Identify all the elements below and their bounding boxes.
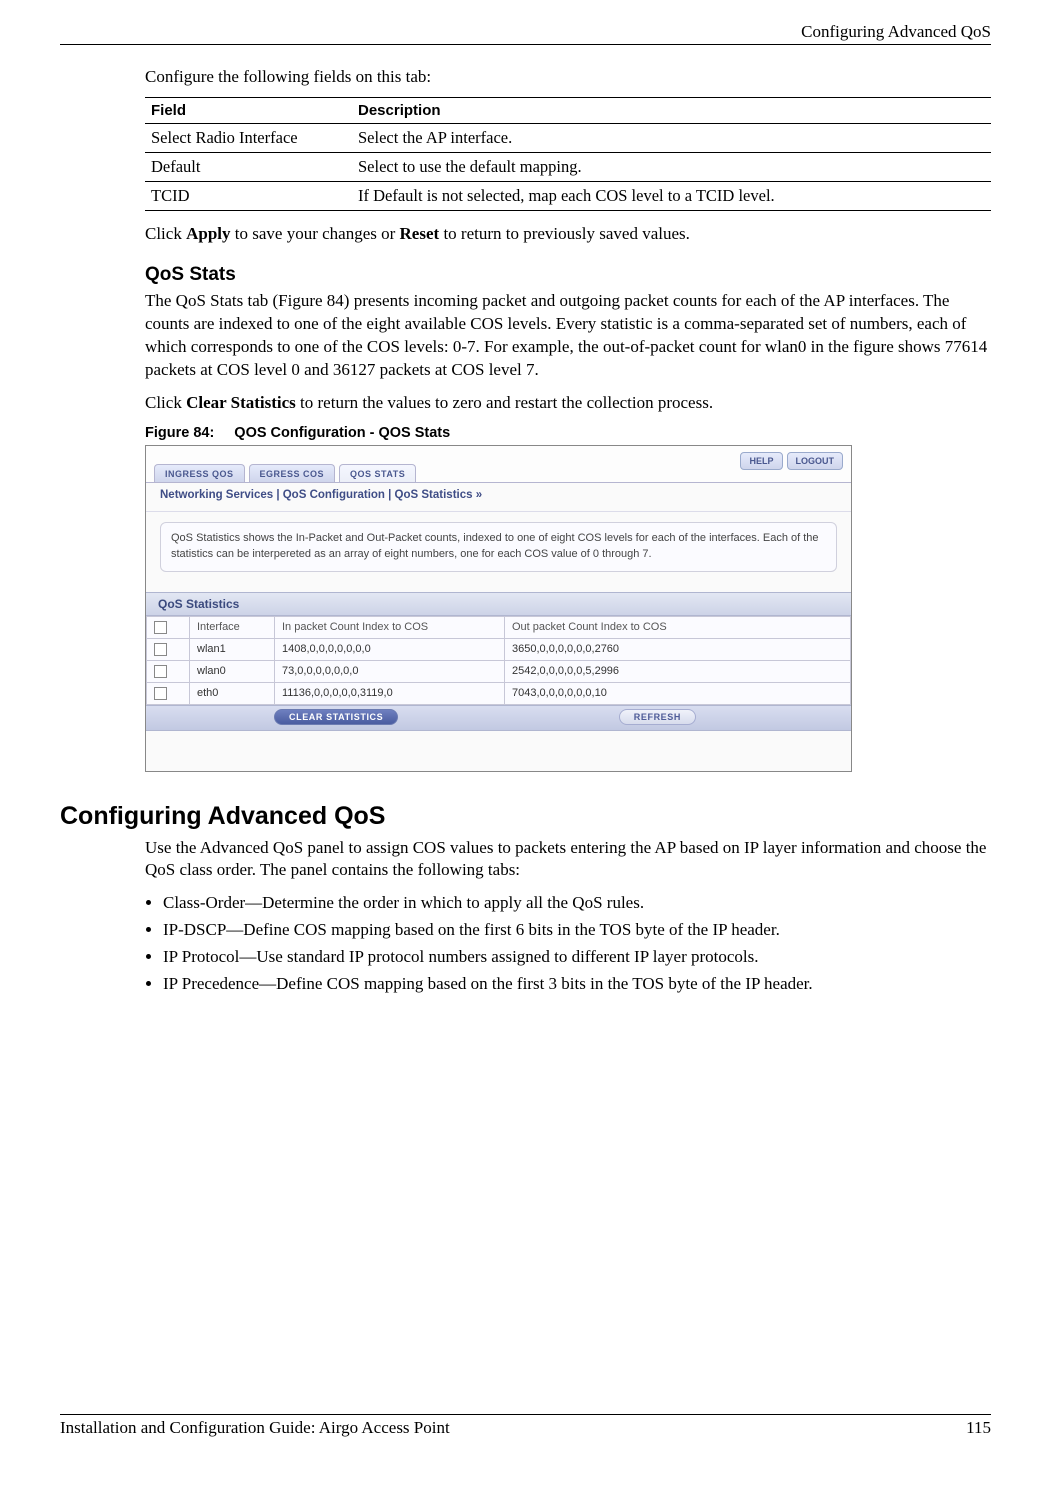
page-footer: Installation and Configuration Guide: Ai… [60,1414,991,1438]
cell-desc: Select to use the default mapping. [352,153,991,182]
text: Click [145,224,186,243]
breadcrumb: Networking Services | QoS Configuration … [146,483,851,512]
clear-stats-paragraph: Click Clear Statistics to return the val… [145,392,991,415]
table-row: Select Radio Interface Select the AP int… [145,124,991,153]
qos-stats-paragraph: The QoS Stats tab (Figure 84) presents i… [145,290,991,382]
table-row: Default Select to use the default mappin… [145,153,991,182]
th-description: Description [352,98,991,124]
checkbox-row[interactable] [154,687,167,700]
checkbox-all[interactable] [154,621,167,634]
refresh-button[interactable]: REFRESH [619,709,696,725]
configuring-advanced-qos-heading: Configuring Advanced QoS [60,802,991,831]
figure-caption: Figure 84: QOS Configuration - QOS Stats [145,425,991,441]
cell-checkbox [147,682,190,704]
cell-interface: wlan0 [190,660,275,682]
button-bar: CLEAR STATISTICS REFRESH [146,705,851,731]
help-button[interactable]: HELP [740,452,782,470]
th-out-packet: Out packet Count Index to COS [505,616,851,638]
th-field: Field [145,98,352,124]
intro-paragraph: Configure the following fields on this t… [145,67,991,87]
list-item: IP Precedence—Define COS mapping based o… [163,973,991,996]
cell-field: Select Radio Interface [145,124,352,153]
table-row: TCID If Default is not selected, map eac… [145,182,991,211]
footer-left: Installation and Configuration Guide: Ai… [60,1418,450,1438]
cell-inpkt: 11136,0,0,0,0,0,3119,0 [275,682,505,704]
reset-bold: Reset [400,224,440,243]
cell-checkbox [147,638,190,660]
table-row: wlan0 73,0,0,0,0,0,0,0 2542,0,0,0,0,0,5,… [147,660,851,682]
page-number: 115 [966,1418,991,1438]
checkbox-row[interactable] [154,643,167,656]
cell-outpkt: 2542,0,0,0,0,0,5,2996 [505,660,851,682]
th-interface: Interface [190,616,275,638]
cell-interface: eth0 [190,682,275,704]
qos-stats-heading: QoS Stats [145,264,991,286]
footer-rule [60,1414,991,1415]
figure-number: Figure 84: [145,425,214,441]
advanced-qos-bullet-list: Class-Order—Determine the order in which… [163,892,991,996]
list-item: IP Protocol—Use standard IP protocol num… [163,946,991,969]
checkbox-row[interactable] [154,665,167,678]
tab-qos-stats[interactable]: QOS STATS [339,464,416,482]
qos-stats-screenshot: INGRESS QOS EGRESS COS QOS STATS HELP LO… [145,445,852,772]
table-header-row: Interface In packet Count Index to COS O… [147,616,851,638]
cell-field: Default [145,153,352,182]
th-in-packet: In packet Count Index to COS [275,616,505,638]
cell-inpkt: 1408,0,0,0,0,0,0,0 [275,638,505,660]
cell-outpkt: 7043,0,0,0,0,0,0,10 [505,682,851,704]
table-row: eth0 11136,0,0,0,0,0,3119,0 7043,0,0,0,0… [147,682,851,704]
text: to save your changes or [231,224,400,243]
clear-stats-bold: Clear Statistics [186,393,296,412]
apply-bold: Apply [186,224,230,243]
screenshot-padding [146,731,851,771]
top-right-buttons: HELP LOGOUT [740,452,843,470]
list-item: Class-Order—Determine the order in which… [163,892,991,915]
cell-desc: If Default is not selected, map each COS… [352,182,991,211]
advanced-qos-paragraph: Use the Advanced QoS panel to assign COS… [145,837,991,883]
running-header: Configuring Advanced QoS [60,22,991,42]
cell-inpkt: 73,0,0,0,0,0,0,0 [275,660,505,682]
qos-stats-table: Interface In packet Count Index to COS O… [146,616,851,705]
table-row: wlan1 1408,0,0,0,0,0,0,0 3650,0,0,0,0,0,… [147,638,851,660]
header-rule [60,44,991,45]
cell-desc: Select the AP interface. [352,124,991,153]
cell-outpkt: 3650,0,0,0,0,0,0,2760 [505,638,851,660]
th-checkbox [147,616,190,638]
tab-egress-cos[interactable]: EGRESS COS [249,464,336,482]
field-description-table: Field Description Select Radio Interface… [145,97,991,211]
tab-ingress-qos[interactable]: INGRESS QOS [154,464,245,482]
text: to return the values to zero and restart… [296,393,713,412]
panel-header: QoS Statistics [146,592,851,616]
apply-reset-paragraph: Click Apply to save your changes or Rese… [145,223,991,246]
logout-button[interactable]: LOGOUT [787,452,844,470]
cell-interface: wlan1 [190,638,275,660]
clear-statistics-button[interactable]: CLEAR STATISTICS [274,709,398,725]
cell-field: TCID [145,182,352,211]
figure-title: QOS Configuration - QOS Stats [234,425,450,441]
text: to return to previously saved values. [439,224,690,243]
cell-checkbox [147,660,190,682]
text: Click [145,393,186,412]
description-box: QoS Statistics shows the In-Packet and O… [160,522,837,572]
list-item: IP-DSCP—Define COS mapping based on the … [163,919,991,942]
